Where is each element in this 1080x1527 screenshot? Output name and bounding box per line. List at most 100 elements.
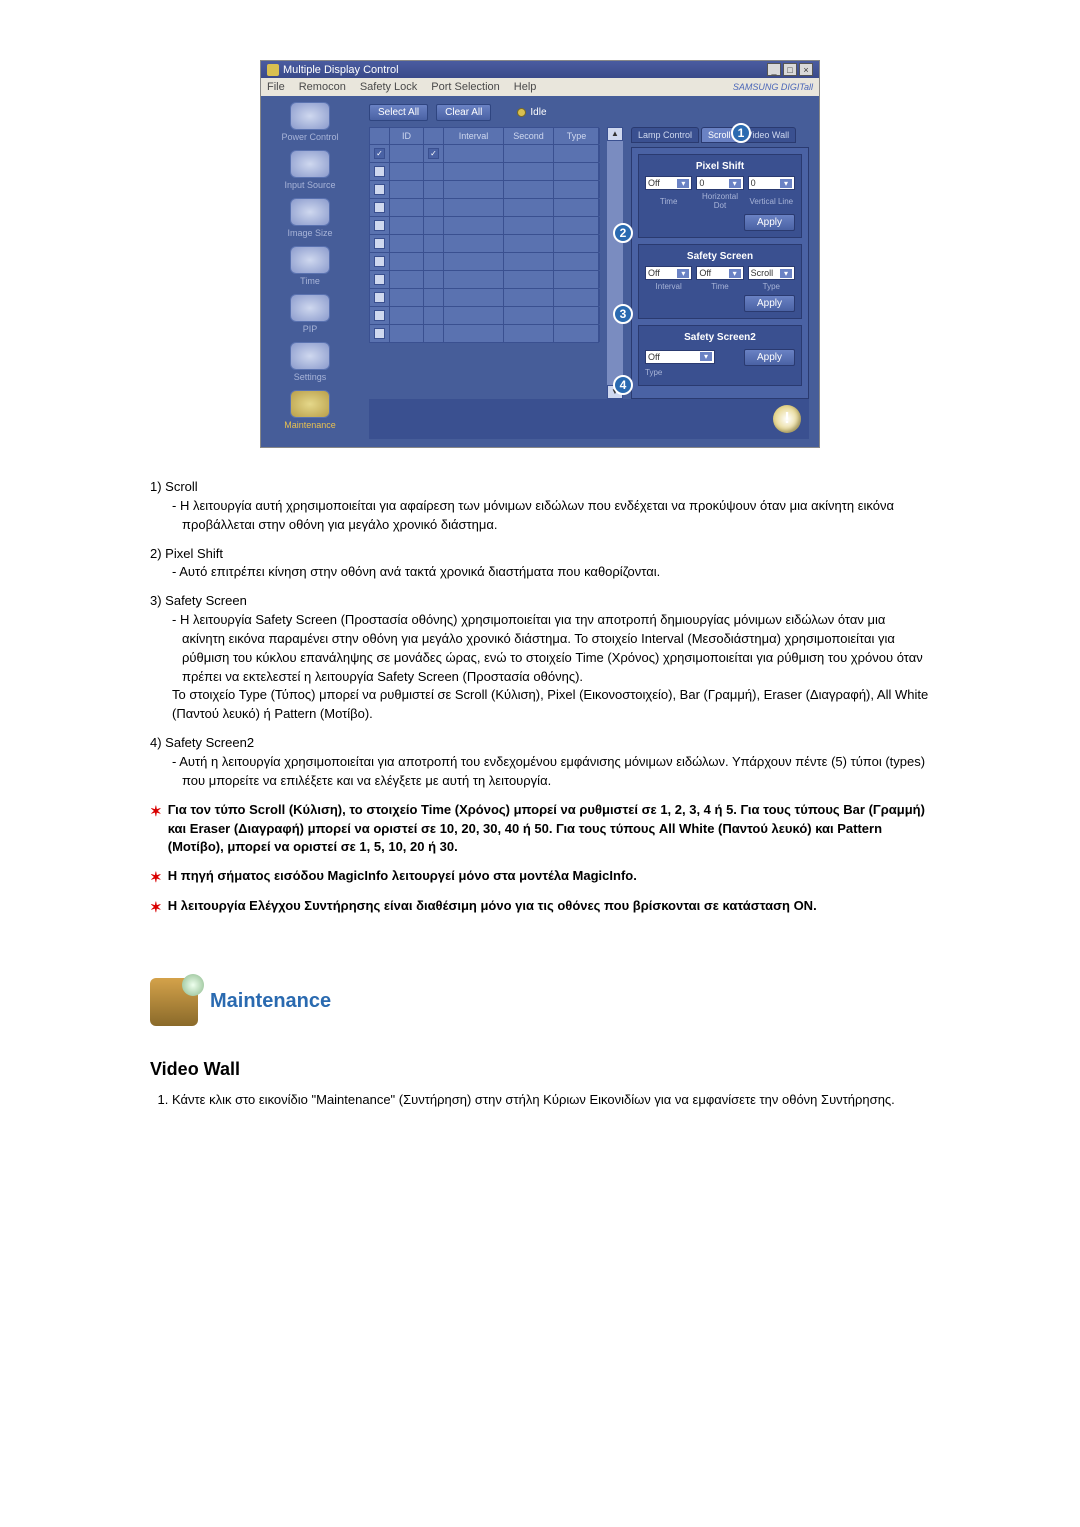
table-scrollbar[interactable]: ▲ ▼	[607, 127, 623, 399]
idle-label: Idle	[530, 107, 546, 118]
pixel-shift-vl[interactable]: 0▾	[748, 176, 795, 190]
table-row[interactable]	[369, 163, 599, 181]
menubar: File Remocon Safety Lock Port Selection …	[261, 78, 819, 96]
maximize-button[interactable]: □	[783, 63, 797, 76]
safety-screen-time[interactable]: Off▾	[696, 266, 743, 280]
row-checkbox[interactable]	[374, 202, 385, 213]
bullet-4-text: Αυτή η λειτουργία χρησιμοποιείται για απ…	[172, 753, 930, 791]
idle-dot-icon	[517, 108, 526, 117]
row-checkbox[interactable]	[374, 148, 385, 159]
col-id: ID	[390, 128, 424, 144]
description-text: 1) Scroll Η λειτουργία αυτή χρησιμοποιεί…	[150, 478, 930, 1109]
chevron-down-icon: ▾	[677, 269, 689, 278]
menu-safety-lock[interactable]: Safety Lock	[360, 81, 417, 93]
bullet-3-text1: Η λειτουργία Safety Screen (Προστασία οθ…	[172, 611, 930, 686]
safety-screen-type[interactable]: Scroll▾	[748, 266, 795, 280]
table-row[interactable]	[369, 271, 599, 289]
sidebar-item-power[interactable]: Power Control	[265, 102, 355, 142]
main-area: Select All Clear All Idle ID	[359, 96, 819, 447]
sidebar-item-image-size[interactable]: Image Size	[265, 198, 355, 238]
row-checkbox[interactable]	[374, 274, 385, 285]
select-all-button[interactable]: Select All	[369, 104, 428, 121]
row-checkbox[interactable]	[374, 220, 385, 231]
scroll-up-icon[interactable]: ▲	[607, 127, 623, 141]
sidebar-item-time[interactable]: Time	[265, 246, 355, 286]
safety-screen-interval[interactable]: Off▾	[645, 266, 692, 280]
video-wall-step-1: Κάντε κλικ στο εικονίδιο "Maintenance" (…	[172, 1090, 930, 1110]
pixel-shift-hd[interactable]: 0▾	[696, 176, 743, 190]
video-wall-heading: Video Wall	[150, 1056, 930, 1082]
badge-3: 3	[613, 304, 633, 324]
row-checkbox[interactable]	[374, 310, 385, 321]
star-icon: ✶	[150, 801, 162, 858]
table-row[interactable]	[369, 145, 599, 163]
sidebar-item-input[interactable]: Input Source	[265, 150, 355, 190]
minimize-button[interactable]: _	[767, 63, 781, 76]
safety-screen2-type[interactable]: Off▾	[645, 350, 715, 364]
table-row[interactable]	[369, 199, 599, 217]
row-checkbox[interactable]	[374, 328, 385, 339]
chevron-down-icon: ▾	[700, 352, 712, 361]
display-table: ID Interval Second Type	[369, 127, 599, 399]
bullet-2-text: Αυτό επιτρέπει κίνηση στην οθόνη ανά τακ…	[172, 563, 930, 582]
window-title: Multiple Display Control	[283, 64, 399, 76]
table-row[interactable]	[369, 181, 599, 199]
safety-screen2-title: Safety Screen2	[645, 332, 795, 343]
chevron-down-icon: ▾	[729, 269, 741, 278]
table-row[interactable]	[369, 253, 599, 271]
right-panel: 1 Lamp Control Scroll Video Wall Pixel S…	[631, 127, 809, 399]
tab-lamp[interactable]: Lamp Control	[631, 127, 699, 143]
star-note-3: Η λειτουργία Ελέγχου Συντήρησης είναι δι…	[168, 897, 930, 917]
bottom-bar: !	[369, 399, 809, 439]
table-row[interactable]	[369, 289, 599, 307]
menu-file[interactable]: File	[267, 81, 285, 93]
col-status	[424, 128, 444, 144]
row-checkbox[interactable]	[374, 292, 385, 303]
badge-4: 4	[613, 375, 633, 395]
chevron-down-icon: ▾	[677, 179, 689, 188]
bullet-1-title: 1) Scroll	[150, 478, 930, 497]
table-row[interactable]	[369, 217, 599, 235]
bullet-3-title: 3) Safety Screen	[150, 592, 930, 611]
info-icon[interactable]: !	[773, 405, 801, 433]
pixel-shift-apply-button[interactable]: Apply	[744, 214, 795, 231]
sidebar-item-settings[interactable]: Settings	[265, 342, 355, 382]
row-checkbox[interactable]	[374, 184, 385, 195]
row-status-checkbox[interactable]	[428, 148, 439, 159]
close-button[interactable]: ×	[799, 63, 813, 76]
menu-port-selection[interactable]: Port Selection	[431, 81, 499, 93]
star-note-1: Για τον τύπο Scroll (Κύλιση), το στοιχεί…	[168, 801, 930, 858]
pixel-shift-time[interactable]: Off▾	[645, 176, 692, 190]
menu-help[interactable]: Help	[514, 81, 537, 93]
app-window: Multiple Display Control _ □ × File Remo…	[260, 60, 820, 448]
bullet-2-title: 2) Pixel Shift	[150, 545, 930, 564]
row-checkbox[interactable]	[374, 256, 385, 267]
star-icon: ✶	[150, 897, 162, 917]
sidebar-item-pip[interactable]: PIP	[265, 294, 355, 334]
pixel-shift-title: Pixel Shift	[645, 161, 795, 172]
maintenance-heading: Maintenance	[210, 987, 331, 1016]
col-interval: Interval	[444, 128, 504, 144]
row-checkbox[interactable]	[374, 238, 385, 249]
table-row[interactable]	[369, 307, 599, 325]
titlebar: Multiple Display Control _ □ ×	[261, 61, 819, 78]
badge-1: 1	[731, 123, 751, 143]
pixel-shift-section: Pixel Shift Off▾ 0▾ 0▾ Time Horizontal D…	[638, 154, 802, 238]
maintenance-icon	[150, 978, 198, 1026]
safety-screen2-section: Safety Screen2 Off▾ Apply Type 4	[638, 325, 802, 386]
table-row[interactable]	[369, 235, 599, 253]
clear-all-button[interactable]: Clear All	[436, 104, 491, 121]
sidebar-item-maintenance[interactable]: Maintenance	[265, 390, 355, 430]
chevron-down-icon: ▾	[780, 179, 792, 188]
safety-screen2-apply-button[interactable]: Apply	[744, 349, 795, 366]
col-second: Second	[504, 128, 554, 144]
sidebar: Power Control Input Source Image Size Ti…	[261, 96, 359, 447]
bullet-1-text: Η λειτουργία αυτή χρησιμοποιείται για αφ…	[172, 497, 930, 535]
table-row[interactable]	[369, 325, 599, 343]
col-type: Type	[554, 128, 600, 144]
menu-remocon[interactable]: Remocon	[299, 81, 346, 93]
star-note-2: Η πηγή σήματος εισόδου MagicInfo λειτουρ…	[168, 867, 930, 887]
safety-screen-apply-button[interactable]: Apply	[744, 295, 795, 312]
badge-2: 2	[613, 223, 633, 243]
row-checkbox[interactable]	[374, 166, 385, 177]
